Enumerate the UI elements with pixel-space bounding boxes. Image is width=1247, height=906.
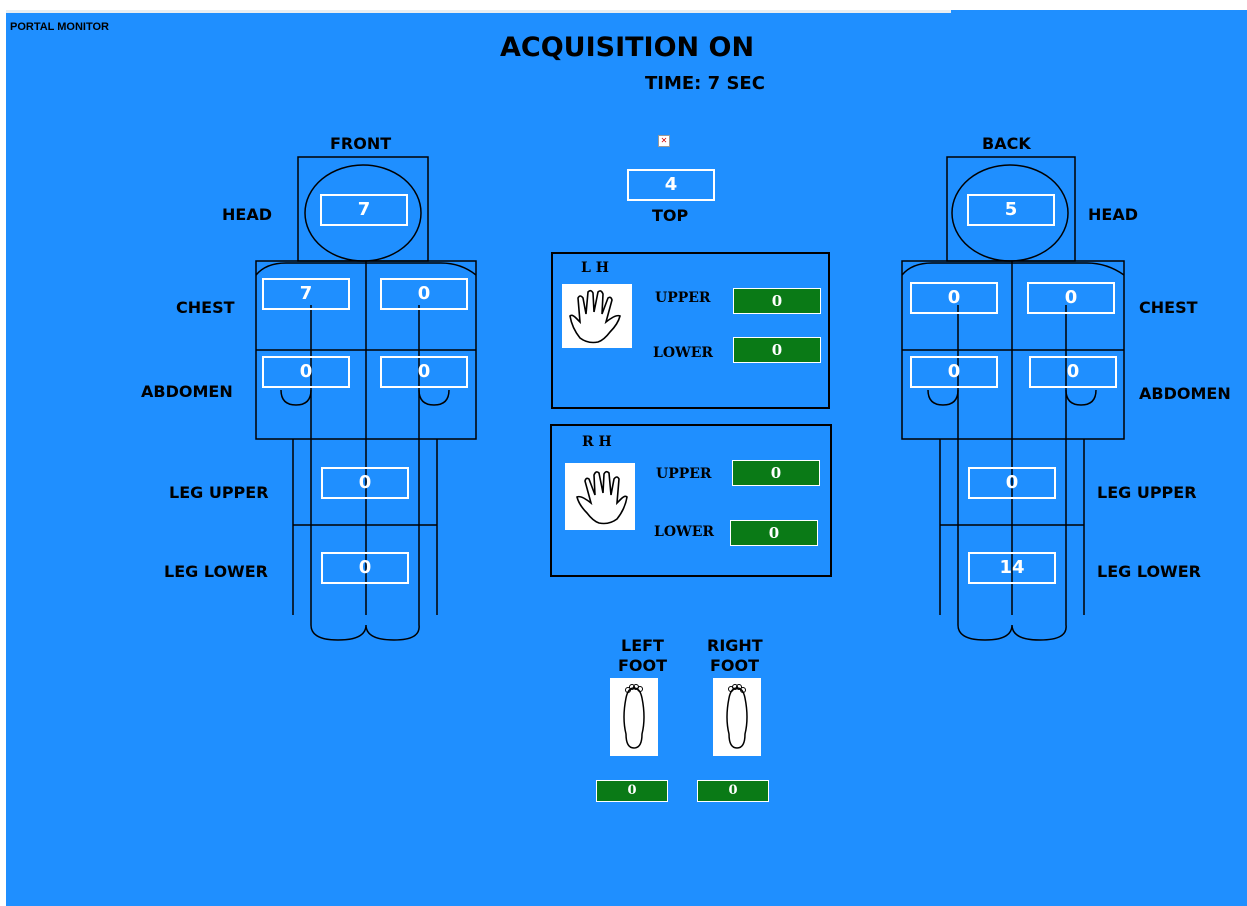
right-foot-value: 0	[697, 780, 769, 802]
back-leg-lower-label: LEG LOWER	[1097, 562, 1201, 581]
app-title: PORTAL MONITOR	[10, 21, 109, 33]
top-bar	[6, 10, 951, 13]
acquisition-status: ACQUISITION ON	[500, 32, 755, 63]
front-abdomen-label: ABDOMEN	[141, 382, 233, 401]
back-head-label: HEAD	[1088, 205, 1138, 224]
right-foot-label-line1: RIGHT	[707, 636, 763, 655]
front-chest-left-value: 7	[262, 278, 350, 310]
front-leg-upper-value: 0	[321, 467, 409, 499]
acquisition-time: TIME: 7 SEC	[645, 73, 765, 94]
front-abdomen-left-value: 0	[262, 356, 350, 388]
front-leg-upper-label: LEG UPPER	[169, 483, 269, 502]
left-foot-label-line2: FOOT	[618, 656, 668, 675]
portal-monitor-screen: PORTAL MONITOR ACQUISITION ON TIME: 7 SE…	[6, 10, 1247, 906]
front-title: FRONT	[330, 134, 392, 153]
back-leg-upper-label: LEG UPPER	[1097, 483, 1197, 502]
left-hand-lower-value: 0	[733, 337, 821, 363]
right-hand-upper-label: UPPER	[656, 466, 712, 482]
left-hand-upper-value: 0	[733, 288, 821, 314]
front-abdomen-right-value: 0	[380, 356, 468, 388]
front-leg-lower-value: 0	[321, 552, 409, 584]
front-chest-right-value: 0	[380, 278, 468, 310]
left-hand-title: L H	[581, 260, 609, 276]
front-leg-lower-label: LEG LOWER	[164, 562, 268, 581]
left-hand-upper-label: UPPER	[655, 290, 711, 306]
top-value: 4	[627, 169, 715, 201]
right-foot-label-line2: FOOT	[710, 656, 760, 675]
right-hand-upper-value: 0	[732, 460, 820, 486]
front-chest-label: CHEST	[176, 298, 235, 317]
right-hand-title: R H	[582, 434, 612, 450]
back-chest-left-value: 0	[910, 282, 998, 314]
hand-icon	[562, 284, 632, 348]
back-leg-lower-value: 14	[968, 552, 1056, 584]
top-label: TOP	[652, 206, 689, 225]
right-hand-lower-value: 0	[730, 520, 818, 546]
left-foot-value: 0	[596, 780, 668, 802]
left-foot-label-line1: LEFT	[621, 636, 664, 655]
right-hand-lower-label: LOWER	[654, 524, 715, 540]
front-head-label: HEAD	[222, 205, 272, 224]
foot-icon	[713, 678, 761, 756]
hand-icon	[565, 463, 635, 530]
back-abdomen-right-value: 0	[1029, 356, 1117, 388]
back-abdomen-label: ABDOMEN	[1139, 384, 1231, 403]
back-abdomen-left-value: 0	[910, 356, 998, 388]
left-hand-lower-label: LOWER	[653, 345, 714, 361]
back-chest-label: CHEST	[1139, 298, 1198, 317]
broken-image-icon: ✕	[658, 135, 670, 147]
back-title: BACK	[982, 134, 1031, 153]
back-leg-upper-value: 0	[968, 467, 1056, 499]
back-head-value: 5	[967, 194, 1055, 226]
back-chest-right-value: 0	[1027, 282, 1115, 314]
foot-icon	[610, 678, 658, 756]
front-head-value: 7	[320, 194, 408, 226]
